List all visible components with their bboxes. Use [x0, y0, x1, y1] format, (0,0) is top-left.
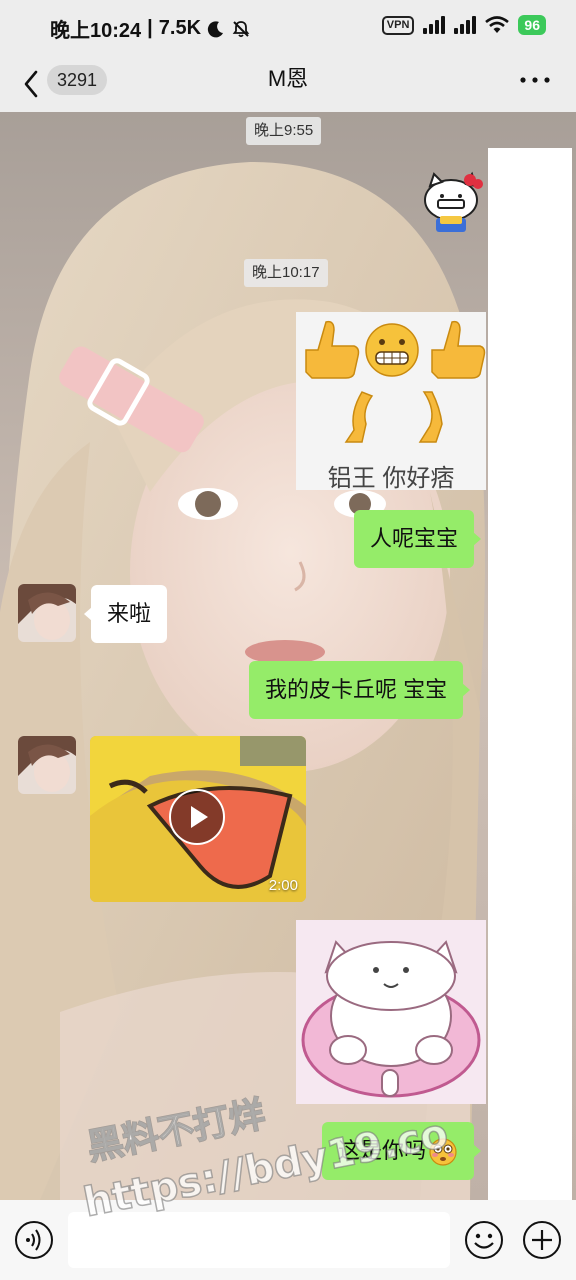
chat-title: M恩 — [267, 66, 309, 91]
video-message[interactable]: 2:00 — [90, 736, 306, 902]
avatar[interactable] — [18, 736, 76, 794]
signal-icon — [423, 16, 446, 34]
message-bubble-incoming[interactable]: 来啦 — [83, 585, 168, 643]
avatar[interactable] — [18, 584, 76, 642]
play-icon[interactable] — [168, 788, 226, 846]
status-time: 晚上10:24 — [50, 20, 142, 42]
flushed-face-icon — [429, 1138, 457, 1166]
signal-icon-2 — [454, 16, 477, 34]
voice-icon[interactable] — [14, 1220, 54, 1260]
chat-header: 3291 M恩 — [0, 56, 576, 112]
message-bubble-outgoing[interactable]: 这是你吗 — [322, 1122, 482, 1180]
message-text: 这是你吗 — [338, 1138, 427, 1163]
status-right: VPN 96 — [381, 15, 546, 35]
sticker-cat[interactable] — [296, 920, 486, 1104]
timestamp-label: 晚上9:55 — [246, 117, 322, 145]
vpn-badge: VPN — [381, 15, 415, 35]
wifi-icon — [485, 16, 510, 33]
message-bubble-outgoing[interactable]: 我的皮卡丘呢 宝宝 — [249, 661, 471, 719]
net-speed: 7.5K — [158, 17, 202, 39]
input-bar — [0, 1200, 576, 1280]
more-dots-icon[interactable] — [518, 66, 552, 94]
sticker-kitty[interactable] — [418, 170, 484, 234]
timestamp-label: 晚上10:17 — [244, 259, 328, 287]
status-left: 晚上10:24 | 7.5K — [50, 14, 251, 43]
sticker-thumbs-up[interactable]: 铝王 你好痞 — [296, 312, 486, 490]
status-separator: | — [147, 17, 153, 39]
battery-indicator: 96 — [518, 15, 546, 35]
white-overlay-strip — [488, 148, 572, 1200]
moon-icon — [207, 20, 224, 37]
sticker-caption: 铝王 你好痞 — [327, 465, 455, 490]
message-bubble-outgoing[interactable]: 人呢宝宝 — [354, 510, 482, 568]
message-input[interactable] — [68, 1212, 450, 1268]
emoji-icon[interactable] — [464, 1220, 504, 1260]
plus-icon[interactable] — [522, 1220, 562, 1260]
chat-area[interactable]: 晚上9:55 晚上10:17 铝王 你好痞 人呢宝宝 来啦 我的皮卡丘呢 宝宝 … — [0, 112, 576, 1200]
status-bar: 晚上10:24 | 7.5K VPN 96 — [0, 0, 576, 56]
video-duration: 2:00 — [268, 877, 298, 894]
mute-bell-icon — [232, 20, 250, 37]
